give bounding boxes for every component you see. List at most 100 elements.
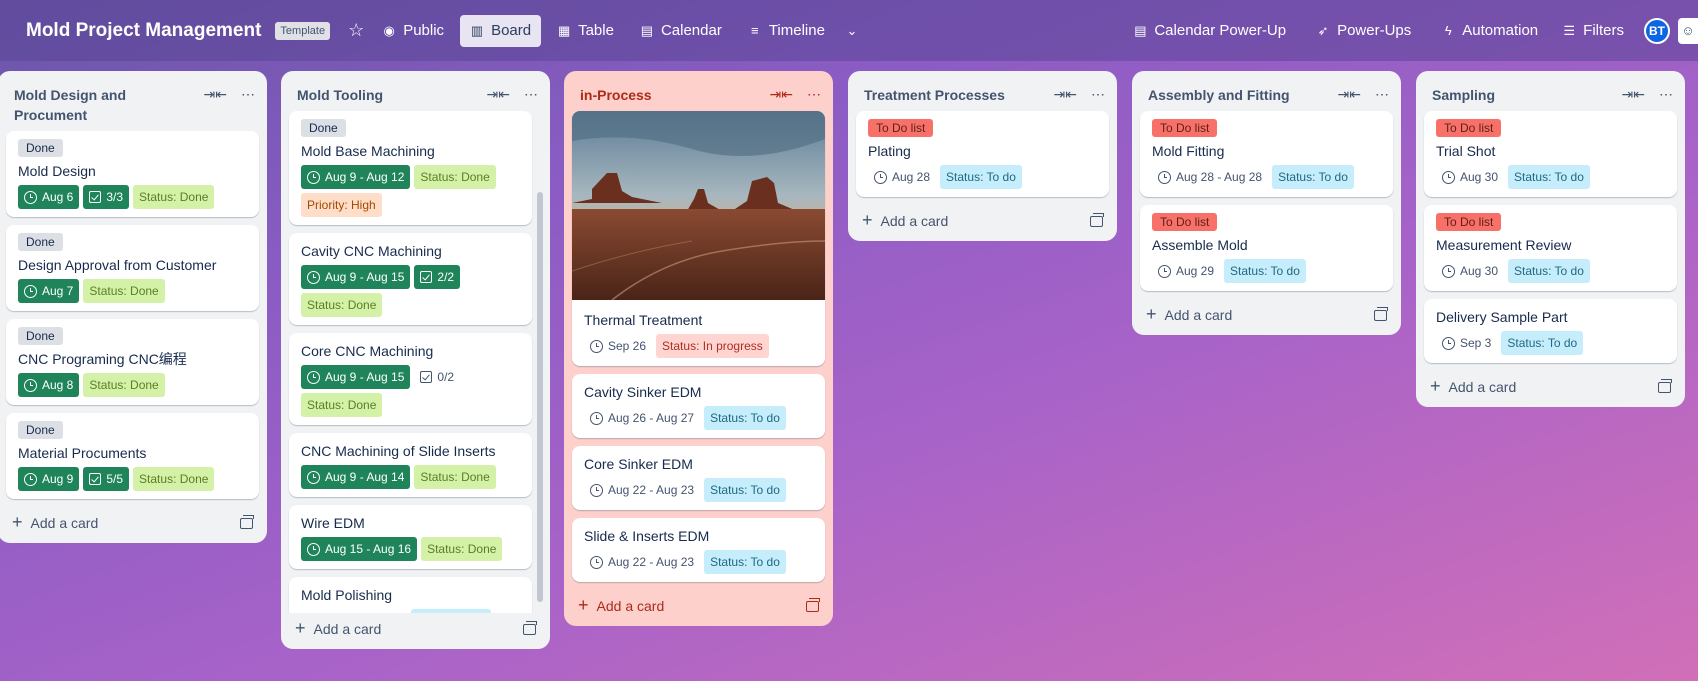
more-icon[interactable]: ⋯ — [524, 86, 538, 103]
card[interactable]: Wire EDM Aug 15 - Aug 16 Status: Done — [289, 505, 532, 569]
list-title[interactable]: in-Process — [580, 85, 652, 105]
add-card-button[interactable]: + Add a card — [12, 513, 98, 531]
due-date-badge[interactable]: Aug 29 — [1152, 259, 1220, 283]
collapse-icon[interactable]: ⇥⇤ — [1338, 86, 1361, 103]
due-date-badge[interactable]: Aug 9 - Aug 15 — [301, 265, 411, 289]
card[interactable]: Thermal Treatment Sep 26 Status: In prog… — [572, 111, 825, 366]
due-date-badge[interactable]: Aug 30 — [1436, 259, 1504, 283]
card-template-icon[interactable] — [1374, 306, 1388, 321]
priority-badge: Priority: High — [301, 193, 382, 217]
star-icon[interactable]: ☆ — [340, 20, 372, 41]
list-title[interactable]: Mold Design and Procument — [14, 85, 184, 125]
board-title[interactable]: Mold Project Management — [26, 20, 261, 42]
card[interactable]: To Do list Measurement Review Aug 30 Sta… — [1424, 205, 1677, 291]
list-title[interactable]: Assembly and Fitting — [1148, 85, 1290, 105]
due-date-badge[interactable]: Aug 9 — [18, 467, 80, 491]
card[interactable]: Done Material Procuments Aug 9 5/5 Statu… — [6, 413, 259, 499]
due-date-badge[interactable]: Sep 26 — [584, 334, 652, 358]
add-card-button[interactable]: + Add a card — [862, 211, 948, 229]
card[interactable]: To Do list Mold Fitting Aug 28 - Aug 28 … — [1140, 111, 1393, 197]
due-date-badge[interactable]: Aug 9 - Aug 14 — [301, 465, 411, 489]
card-template-icon[interactable] — [1658, 378, 1672, 393]
collapse-icon[interactable]: ⇥⇤ — [1622, 86, 1645, 103]
card[interactable]: CNC Machining of Slide Inserts Aug 9 - A… — [289, 433, 532, 497]
due-date-badge[interactable]: Aug 15 - Aug 16 — [301, 537, 418, 561]
more-icon[interactable]: ⋯ — [1091, 86, 1105, 103]
clock-icon — [307, 542, 320, 556]
clock-icon — [307, 170, 320, 184]
more-icon[interactable]: ⋯ — [1375, 86, 1389, 103]
card[interactable]: To Do list Assemble Mold Aug 29 Status: … — [1140, 205, 1393, 291]
view-timeline-tab[interactable]: ≡ Timeline — [738, 15, 835, 47]
card[interactable]: Done Mold Design Aug 6 3/3 Status: Done — [6, 131, 259, 217]
card[interactable]: Delivery Sample Part Sep 3 Status: To do — [1424, 299, 1677, 363]
powerups-button[interactable]: ➶ Power-Ups — [1306, 15, 1421, 47]
due-date-badge[interactable]: Aug 9 - Aug 12 — [301, 165, 411, 189]
card-template-icon[interactable] — [240, 514, 254, 529]
list-mold-tooling: Mold Tooling ⇥⇤ ⋯ Done Mold Base Machinin… — [281, 71, 550, 649]
card[interactable]: Cavity CNC Machining Aug 9 - Aug 15 2/2 … — [289, 233, 532, 325]
add-card-button[interactable]: + Add a card — [578, 596, 664, 614]
collapse-icon[interactable]: ⇥⇤ — [1054, 86, 1077, 103]
avatar[interactable]: BT — [1644, 17, 1670, 44]
card-template-icon[interactable] — [523, 620, 537, 635]
card[interactable]: Mold Polishing — [289, 577, 532, 613]
view-calendar-tab[interactable]: ▤ Calendar — [630, 15, 732, 47]
due-date-badge[interactable]: Aug 6 — [18, 185, 80, 209]
more-icon[interactable]: ⋯ — [807, 86, 821, 103]
views-more-button[interactable]: ⌄ — [835, 15, 869, 47]
status-badge: Status: In progress — [656, 334, 769, 358]
card[interactable]: Core CNC Machining Aug 9 - Aug 15 0/2 St… — [289, 333, 532, 425]
due-date-badge[interactable]: Aug 26 - Aug 27 — [584, 406, 700, 430]
card[interactable]: Slide & Inserts EDM Aug 22 - Aug 23 Stat… — [572, 518, 825, 582]
add-card-button[interactable]: + Add a card — [1146, 305, 1232, 323]
clock-icon — [24, 284, 37, 298]
due-date-badge[interactable]: Aug 28 — [868, 165, 936, 189]
more-icon[interactable]: ⋯ — [1659, 86, 1673, 103]
card-title: Mold Design — [18, 163, 96, 179]
due-date-badge[interactable]: Aug 9 - Aug 15 — [301, 365, 411, 389]
due-date-badge[interactable]: Sep 3 — [1436, 331, 1497, 355]
list-title[interactable]: Sampling — [1432, 85, 1495, 105]
list-scrollbar[interactable] — [537, 192, 543, 602]
more-icon[interactable]: ⋯ — [241, 86, 255, 103]
checklist-badge: 3/3 — [83, 185, 130, 209]
checklist-badge: 0/2 — [414, 365, 460, 389]
due-date-badge[interactable]: Aug 22 - Aug 23 — [584, 550, 700, 574]
card[interactable]: Core Sinker EDM Aug 22 - Aug 23 Status: … — [572, 446, 825, 510]
card[interactable]: Cavity Sinker EDM Aug 26 - Aug 27 Status… — [572, 374, 825, 438]
checklist-icon — [89, 473, 102, 485]
card-template-icon[interactable] — [806, 597, 820, 612]
due-date-badge[interactable]: Aug 22 - Aug 23 — [584, 478, 700, 502]
view-table-tab[interactable]: ▦ Table — [547, 15, 624, 47]
list-title[interactable]: Treatment Processes — [864, 85, 1005, 105]
view-board-tab[interactable]: ▥ Board — [460, 14, 542, 47]
due-date-badge[interactable]: Aug 30 — [1436, 165, 1504, 189]
clock-icon — [874, 170, 887, 184]
card[interactable]: Done Design Approval from Customer Aug 7… — [6, 225, 259, 311]
card[interactable]: Done Mold Base Machining Aug 9 - Aug 12 … — [289, 111, 532, 225]
status-badge: Status: To do — [704, 478, 786, 502]
add-card-button[interactable]: + Add a card — [295, 619, 381, 637]
card-title: Delivery Sample Part — [1436, 309, 1568, 325]
card-template-icon[interactable] — [1090, 212, 1104, 227]
card[interactable]: To Do list Plating Aug 28 Status: To do — [856, 111, 1109, 197]
collapse-icon[interactable]: ⇥⇤ — [487, 86, 510, 103]
calendar-powerup-button[interactable]: ▤ Calendar Power-Up — [1123, 15, 1296, 47]
card-title: Cavity Sinker EDM — [584, 384, 702, 400]
due-date-badge[interactable]: Aug 8 — [18, 373, 80, 397]
visibility-button[interactable]: ◉ Public — [372, 15, 454, 47]
list-title[interactable]: Mold Tooling — [297, 85, 383, 105]
collapse-icon[interactable]: ⇥⇤ — [770, 86, 793, 103]
due-date-badge[interactable]: Aug 28 - Aug 28 — [1152, 165, 1268, 189]
automation-button[interactable]: ϟ Automation — [1431, 15, 1548, 47]
due-date-badge[interactable]: Aug 7 — [18, 279, 80, 303]
add-card-button[interactable]: + Add a card — [1430, 377, 1516, 395]
card[interactable]: To Do list Trial Shot Aug 30 Status: To … — [1424, 111, 1677, 197]
card[interactable]: Done CNC Programing CNC编程 Aug 8 Status: … — [6, 319, 259, 405]
member-avatar-partial[interactable]: ☺ — [1678, 17, 1698, 44]
collapse-icon[interactable]: ⇥⇤ — [204, 86, 227, 103]
card-title: Trial Shot — [1436, 143, 1496, 159]
filters-button[interactable]: ☰ Filters — [1552, 15, 1634, 47]
card-title: Measurement Review — [1436, 237, 1572, 253]
